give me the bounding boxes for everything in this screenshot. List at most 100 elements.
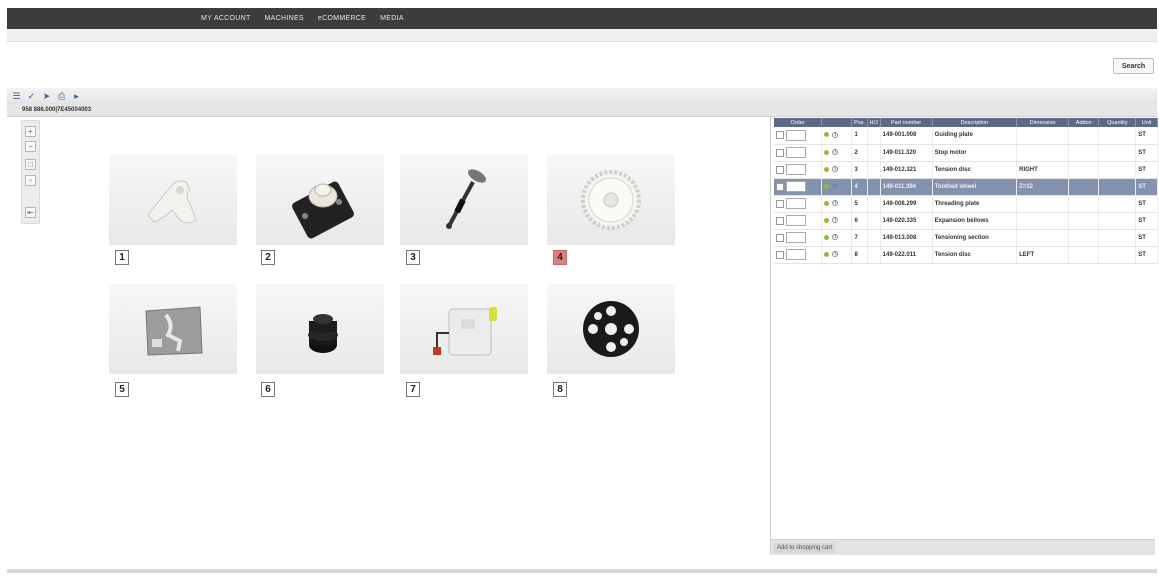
order-checkbox[interactable] — [776, 199, 784, 208]
quantity-cell — [1098, 229, 1137, 247]
status-cell: i — [821, 212, 853, 230]
info-icon[interactable]: i — [832, 183, 839, 190]
part-image-7[interactable] — [400, 284, 528, 374]
part-label-6[interactable]: 6 — [261, 382, 275, 397]
part-image-1[interactable] — [109, 155, 237, 245]
order-checkbox[interactable] — [776, 148, 784, 157]
info-icon[interactable]: i — [832, 200, 839, 207]
search-button[interactable]: Search — [1113, 58, 1154, 74]
availability-icon — [824, 200, 830, 206]
order-quantity-input[interactable] — [785, 215, 806, 226]
part-label-8[interactable]: 8 — [553, 382, 567, 397]
part-number-cell: 149-022.011 — [880, 246, 933, 264]
nav-my-account[interactable]: MY ACCOUNT — [201, 15, 251, 22]
part-label-5[interactable]: 5 — [115, 382, 129, 397]
quantity-cell — [1098, 161, 1137, 179]
print-icon[interactable]: ⎙ — [56, 91, 67, 102]
nav-ecommerce[interactable]: eCOMMERCE — [318, 15, 366, 22]
stop-motor-icon — [292, 181, 354, 239]
table-row[interactable]: i 7 149-013.008 Tensioning section ST — [774, 229, 1158, 247]
order-checkbox[interactable] — [776, 131, 784, 140]
part-image-5[interactable] — [109, 284, 237, 374]
info-icon[interactable]: i — [832, 166, 839, 173]
list-icon[interactable]: ☰ — [11, 91, 22, 102]
table-row[interactable]: i 4 149-011.394 Toothed wheel Z=32 ST — [774, 178, 1158, 196]
order-checkbox[interactable] — [776, 165, 784, 174]
header-addon: Addon — [1068, 118, 1100, 127]
select-icon[interactable]: ✓ — [26, 91, 37, 102]
order-quantity-input[interactable] — [785, 129, 806, 141]
hj-cell — [867, 195, 881, 213]
breadcrumb-path: 958 886.000|7E45004003 — [22, 107, 92, 113]
availability-icon — [824, 251, 830, 257]
part-image-4[interactable] — [547, 155, 675, 245]
zoom-out-icon[interactable]: − — [25, 141, 36, 152]
info-icon[interactable]: i — [832, 234, 839, 241]
info-icon[interactable]: i — [832, 131, 839, 138]
table-row[interactable]: i 3 149-012.321 Tension disc RIGHT ST — [774, 161, 1158, 179]
pos-cell: 1 — [851, 127, 868, 145]
tensioning-section-icon — [433, 307, 497, 356]
status-cell: i — [821, 127, 853, 145]
quantity-cell — [1098, 127, 1137, 145]
export-icon[interactable]: ⇤ — [25, 207, 36, 218]
sub-navigation-bar — [7, 29, 1157, 42]
part-label-3[interactable]: 3 — [406, 250, 420, 265]
status-cell: i — [821, 144, 853, 162]
part-label-7[interactable]: 7 — [406, 382, 420, 397]
order-quantity-input[interactable] — [785, 249, 806, 260]
order-quantity-input[interactable] — [785, 147, 806, 158]
order-cell — [774, 246, 823, 264]
order-quantity-input[interactable] — [785, 198, 806, 209]
table-row[interactable]: i 1 149-001.008 Guiding plate ST — [774, 127, 1158, 145]
dimension-cell: LEFT — [1016, 246, 1070, 264]
order-quantity-input[interactable] — [785, 232, 806, 243]
table-row[interactable]: i 5 149-008.299 Threading plate ST — [774, 195, 1158, 213]
description-cell: Guiding plate — [932, 127, 1018, 145]
order-quantity-input[interactable] — [785, 181, 806, 192]
fit-icon[interactable]: □ — [25, 159, 36, 170]
zoom-in-icon[interactable]: + — [25, 126, 36, 137]
parts-list-panel: Order Pos. H/J Part number Description D… — [770, 117, 1158, 555]
order-cell — [774, 195, 823, 213]
reset-icon[interactable]: ▫ — [25, 175, 36, 186]
info-icon[interactable]: i — [832, 217, 839, 224]
pos-cell: 8 — [851, 246, 868, 264]
info-icon[interactable]: i — [832, 149, 839, 156]
order-checkbox[interactable] — [776, 250, 784, 259]
description-cell: Tension disc — [932, 161, 1018, 179]
order-quantity-input[interactable] — [785, 164, 806, 175]
table-row[interactable]: i 8 149-022.011 Tension disc LEFT ST — [774, 246, 1158, 264]
order-checkbox[interactable] — [776, 216, 784, 225]
part-label-1[interactable]: 1 — [115, 250, 129, 265]
status-cell: i — [821, 246, 853, 264]
nav-machines[interactable]: MACHINES — [265, 15, 304, 22]
pos-cell: 5 — [851, 195, 868, 213]
table-row[interactable]: i 2 149-011.320 Stop motor ST — [774, 144, 1158, 162]
order-checkbox[interactable] — [776, 233, 784, 242]
part-image-6[interactable] — [256, 284, 384, 374]
pointer-icon[interactable]: ➤ — [41, 91, 52, 102]
header-quantity: Quantity — [1098, 118, 1137, 127]
table-header-row: Order Pos. H/J Part number Description D… — [774, 118, 1158, 127]
order-checkbox[interactable] — [776, 182, 784, 191]
addon-cell — [1068, 212, 1100, 230]
part-image-8[interactable] — [547, 284, 675, 374]
dimension-cell — [1016, 144, 1070, 162]
cart-bar: Add to shopping cart — [771, 539, 1155, 555]
part-label-4[interactable]: 4 — [553, 250, 567, 265]
dimension-cell — [1016, 195, 1070, 213]
hj-cell — [867, 127, 881, 145]
nav-media[interactable]: MEDIA — [380, 15, 404, 22]
part-label-2[interactable]: 2 — [261, 250, 275, 265]
addon-cell — [1068, 246, 1100, 264]
arrow-right-icon[interactable]: ▸ — [71, 91, 82, 102]
part-image-2[interactable] — [256, 155, 384, 245]
info-icon[interactable]: i — [832, 251, 839, 258]
part-number-cell: 149-012.321 — [880, 161, 933, 179]
table-row[interactable]: i 6 149-020.335 Expansion bellows ST — [774, 212, 1158, 230]
quantity-cell — [1098, 178, 1137, 196]
add-to-cart-button[interactable]: Add to shopping cart — [774, 542, 836, 553]
part-number-cell: 149-008.299 — [880, 195, 933, 213]
part-image-3[interactable] — [400, 155, 528, 245]
